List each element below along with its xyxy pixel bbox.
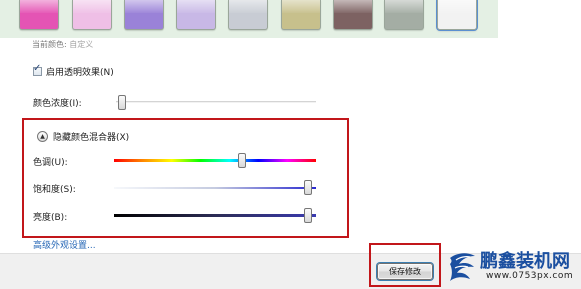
color-swatch-brown[interactable] [333, 0, 373, 30]
intensity-label: 颜色浓度(I): [33, 99, 82, 109]
saturation-slider-track[interactable] [114, 187, 316, 189]
checkmark-icon: ✓ [33, 63, 42, 74]
color-swatch-silver[interactable] [228, 0, 268, 30]
site-watermark: 鹏鑫装机网 www.0753px.com [444, 244, 581, 289]
saturation-slider-thumb[interactable] [304, 180, 312, 195]
transparency-checkbox[interactable]: ✓ [33, 63, 42, 76]
color-swatch-olive[interactable] [281, 0, 321, 30]
brightness-slider-thumb[interactable] [304, 208, 312, 223]
advanced-appearance-link[interactable]: 高级外观设置... [33, 238, 96, 251]
hue-label: 色调(U): [33, 158, 68, 168]
hue-slider-track[interactable] [114, 159, 316, 162]
color-swatch-purple[interactable] [124, 0, 164, 30]
brightness-slider-track[interactable] [114, 214, 316, 217]
watermark-title: 鹏鑫装机网 [480, 251, 570, 272]
intensity-slider-thumb[interactable] [118, 95, 126, 110]
mixer-toggle[interactable]: ▲ 隐藏颜色混合器(X) [37, 130, 129, 143]
watermark-url: www.0753px.com [486, 271, 574, 281]
save-changes-button[interactable]: 保存修改 [377, 263, 433, 280]
collapse-arrow-icon[interactable]: ▲ [37, 131, 48, 142]
color-swatch-strip [0, 0, 498, 38]
color-swatch-light-pink[interactable] [72, 0, 112, 30]
current-color-text: 当前颜色: 自定义 [32, 39, 93, 50]
color-swatch-pink[interactable] [19, 0, 59, 30]
saturation-label: 饱和度(S): [33, 185, 76, 195]
color-swatch-lavender[interactable] [176, 0, 216, 30]
mixer-toggle-label: 隐藏颜色混合器(X) [53, 133, 130, 143]
color-swatch-white[interactable] [437, 0, 477, 30]
intensity-slider-track[interactable] [116, 101, 316, 103]
transparency-option[interactable]: ✓ 启用透明效果(N) [33, 63, 114, 78]
hue-slider-thumb[interactable] [238, 153, 246, 168]
bird-logo-icon [450, 253, 475, 281]
current-color-label: 当前颜色: [32, 40, 67, 49]
transparency-label: 启用透明效果(N) [46, 68, 114, 78]
brightness-label: 亮度(B): [33, 213, 68, 223]
color-swatch-gray-green[interactable] [384, 0, 424, 30]
current-color-value: 自定义 [69, 40, 94, 49]
